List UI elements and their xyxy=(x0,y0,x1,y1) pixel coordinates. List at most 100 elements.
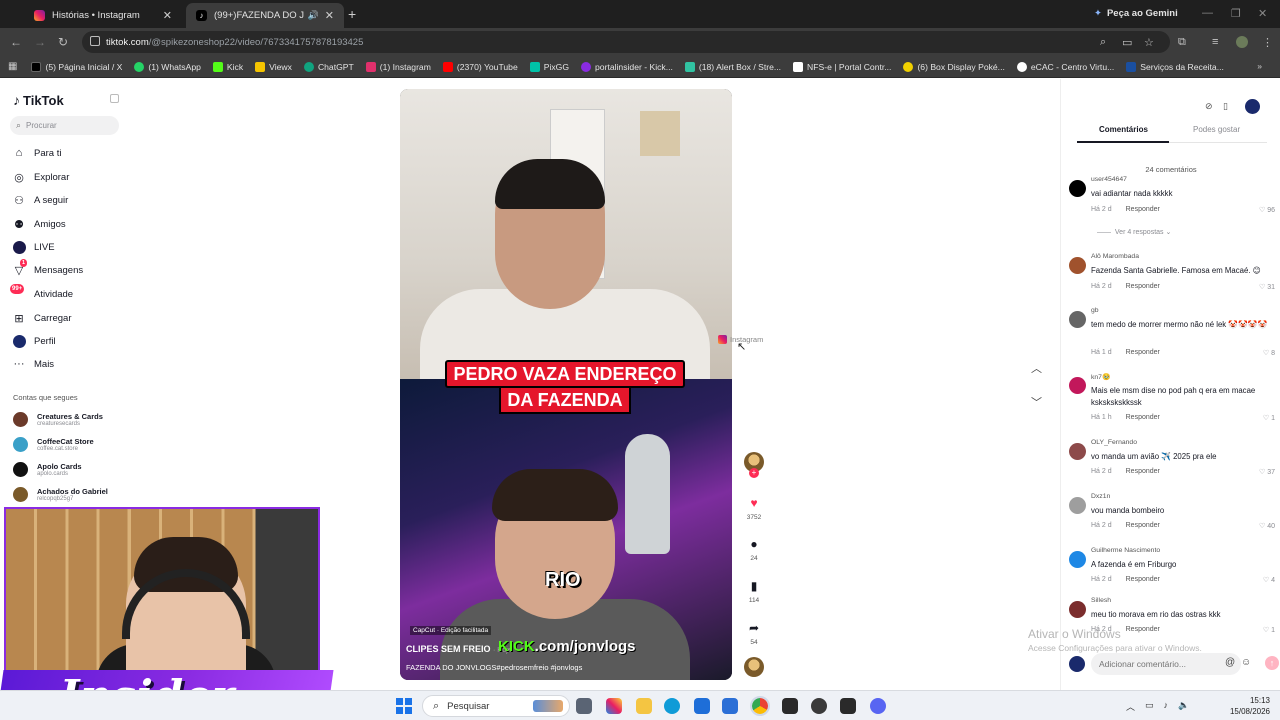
emoji-icon[interactable]: ☺ xyxy=(1241,657,1251,668)
speaker-icon[interactable]: 🔊 xyxy=(308,10,319,21)
bookmark-instagram[interactable]: (1) Instagram xyxy=(365,61,431,72)
save-button[interactable]: ▮ 114 xyxy=(744,579,764,604)
mention-icon[interactable]: @ xyxy=(1225,657,1235,668)
comment-username[interactable]: user454647 xyxy=(1091,176,1127,183)
video-author[interactable]: CLIPES SEM FREIO · Hoje xyxy=(406,644,512,654)
nav-live[interactable]: LIVE xyxy=(12,239,55,255)
comment-like[interactable]: ♡ 96 xyxy=(1259,206,1275,214)
see-replies-button[interactable]: —— Ver 4 respostas ⌄ xyxy=(1097,228,1171,236)
taskbar-search[interactable]: ⌕ Pesquisar xyxy=(422,695,570,717)
music-disc-icon[interactable] xyxy=(744,657,764,677)
bookmark-receita[interactable]: Serviços da Receita... xyxy=(1126,61,1224,72)
chevron-up-icon[interactable]: ︿ xyxy=(1031,360,1042,376)
forward-icon[interactable]: → xyxy=(34,35,46,49)
share-button[interactable]: ➦ 54 xyxy=(744,621,764,646)
chevron-down-icon[interactable]: ﹀ xyxy=(1031,394,1042,410)
chevron-right-icon[interactable]: » xyxy=(1257,61,1262,71)
edge-icon[interactable] xyxy=(664,698,680,714)
video-player[interactable]: PEDRO VAZA ENDEREÇO DA FAZENDA RIO CapCu… xyxy=(400,89,732,680)
discord-icon[interactable] xyxy=(870,698,886,714)
comment-button[interactable]: ● 24 xyxy=(744,537,764,562)
tiktok-logo[interactable]: ♪ TikTok xyxy=(13,92,64,108)
gemini-button[interactable]: ✦ Peça ao Gemini xyxy=(1094,8,1178,19)
back-icon[interactable]: ← xyxy=(10,35,22,49)
bookmark-portalinsider[interactable]: portalinsider - Kick... xyxy=(581,61,673,72)
video-description[interactable]: FAZENDA DO JONVLOGS#pedrosemfreio #jonvl… xyxy=(406,663,582,672)
network-icon[interactable]: ▭ xyxy=(1145,700,1154,713)
reply-button[interactable]: Responder xyxy=(1126,206,1160,213)
reply-button[interactable]: Responder xyxy=(1126,576,1160,583)
nav-atividade[interactable]: 99+ Atividade xyxy=(10,284,73,302)
close-icon[interactable]: ✕ xyxy=(325,9,334,22)
bookmark-whatsapp[interactable]: (1) WhatsApp xyxy=(134,61,201,72)
avatar[interactable] xyxy=(1069,443,1086,460)
extensions-icon[interactable]: ⧉ xyxy=(1178,36,1186,49)
creator-avatar[interactable]: + xyxy=(744,452,764,478)
chrome-icon[interactable] xyxy=(750,696,770,716)
avatar[interactable] xyxy=(1069,497,1086,514)
bookmark-chatgpt[interactable]: ChatGPT xyxy=(303,61,354,72)
cast-icon[interactable]: ▭ xyxy=(1122,36,1132,49)
avatar[interactable] xyxy=(1069,601,1086,618)
reply-button[interactable]: Responder xyxy=(1126,414,1160,421)
task-view-icon[interactable] xyxy=(576,698,592,714)
bookmark-ecac[interactable]: eCAC - Centro Virtu... xyxy=(1016,61,1114,72)
reply-button[interactable]: Responder xyxy=(1126,626,1160,633)
avatar[interactable] xyxy=(1069,257,1086,274)
phone-icon[interactable]: ▯ xyxy=(1223,101,1228,112)
comment-username[interactable]: Sillesh xyxy=(1091,597,1111,604)
bookmark-x[interactable]: (5) Página Inicial / X xyxy=(31,61,122,72)
avatar[interactable] xyxy=(1069,180,1086,197)
taskbar-clock[interactable]: 15:13 15/08/2026 xyxy=(1226,695,1270,717)
tab-tiktok[interactable]: ♪ (99+)FAZENDA DO JONVLO 🔊 ✕ xyxy=(186,3,344,28)
minimize-icon[interactable]: — xyxy=(1202,7,1213,19)
comment-like[interactable]: ♡ 4 xyxy=(1263,576,1275,584)
nav-para-ti[interactable]: ⌂ Para ti xyxy=(12,145,62,161)
window-close-icon[interactable]: ✕ xyxy=(1258,7,1267,20)
media-icon[interactable]: ≡ xyxy=(1212,36,1218,48)
comment-like[interactable]: ♡ 8 xyxy=(1263,349,1275,357)
url-bar[interactable]: tiktok.com /@spikezoneshop22/video/76733… xyxy=(82,31,1170,53)
new-tab-button[interactable]: + xyxy=(348,6,356,22)
reply-button[interactable]: Responder xyxy=(1126,522,1160,529)
followed-account[interactable]: Apolo Cards apolo.cards xyxy=(13,459,82,479)
tab-suggested[interactable]: Podes gostar xyxy=(1193,125,1240,134)
like-button[interactable]: ♥ 3752 xyxy=(744,496,764,521)
close-icon[interactable]: ✕ xyxy=(163,9,172,22)
capcut-icon[interactable] xyxy=(782,698,798,714)
reply-button[interactable]: Responder xyxy=(1126,283,1160,290)
followed-account[interactable]: Achados do Gabriel relcopqb25g7 xyxy=(13,484,108,504)
avatar[interactable] xyxy=(1069,377,1086,394)
star-icon[interactable]: ☆ xyxy=(1144,36,1154,49)
nav-amigos[interactable]: ⚉ Amigos xyxy=(12,216,66,232)
reply-button[interactable]: Responder xyxy=(1126,349,1160,356)
chevron-up-icon[interactable]: ︿ xyxy=(1126,700,1135,713)
bookmark-youtube[interactable]: (2370) YouTube xyxy=(442,61,518,72)
bookmark-viewx[interactable]: Viewx xyxy=(255,61,292,72)
bookmark-kick[interactable]: Kick xyxy=(212,61,243,72)
avatar[interactable] xyxy=(1069,311,1086,328)
bookmark-nfse[interactable]: NFS-e | Portal Contr... xyxy=(793,61,891,72)
apps-grid-icon[interactable]: ▦ xyxy=(8,61,17,72)
reload-icon[interactable]: ↻ xyxy=(58,35,68,49)
search-box[interactable]: ⌕ Procurar xyxy=(10,116,119,135)
microphone-icon[interactable]: ♪ xyxy=(1164,700,1169,713)
bookmark-alertbox[interactable]: (18) Alert Box / Stre... xyxy=(684,61,781,72)
nav-explorar[interactable]: ◎ Explorar xyxy=(12,169,69,185)
nav-perfil[interactable]: Perfil xyxy=(12,333,56,349)
tab-instagram[interactable]: Histórias • Instagram ✕ xyxy=(24,3,182,28)
store-icon[interactable] xyxy=(694,698,710,714)
file-explorer-icon[interactable] xyxy=(636,698,652,714)
comment-username[interactable]: Guilherme Nascimento xyxy=(1091,547,1160,554)
comment-like[interactable]: ♡ 1 xyxy=(1263,626,1275,634)
nav-mensagens[interactable]: ▽ 1 Mensagens xyxy=(12,259,83,278)
tab-comments[interactable]: Comentários xyxy=(1099,125,1148,134)
site-info-icon[interactable] xyxy=(90,36,100,46)
comment-username[interactable]: gb xyxy=(1091,307,1099,314)
comment-username[interactable]: OLY_Fernando xyxy=(1091,439,1137,446)
follow-plus-icon[interactable]: + xyxy=(749,468,759,478)
avatar[interactable] xyxy=(1069,551,1086,568)
comment-like[interactable]: ♡ 31 xyxy=(1259,283,1275,291)
capcut-alt-icon[interactable] xyxy=(840,698,856,714)
send-icon[interactable]: ↑ xyxy=(1265,656,1279,670)
